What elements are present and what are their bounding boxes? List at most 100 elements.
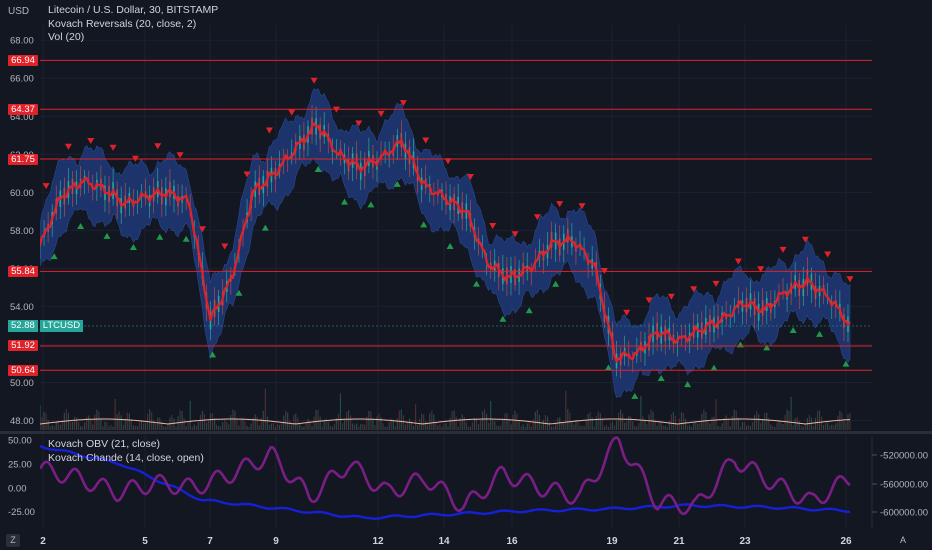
auto-scale-button[interactable]: A (896, 534, 910, 547)
volume-bar (307, 418, 309, 430)
volume-bar (589, 412, 591, 430)
volume-bar (760, 423, 762, 430)
zoom-button[interactable]: Z (6, 534, 20, 547)
volume-bar (386, 426, 388, 430)
volume-bar (745, 425, 748, 430)
level-tag[interactable]: 50.64 (8, 364, 38, 376)
volume-bar (465, 422, 467, 430)
indicator-kovach-chande[interactable]: Kovach Chande (14, close, open) (48, 452, 204, 466)
volume-bar (792, 425, 794, 430)
volume-bar (786, 409, 788, 430)
volume-bar (372, 418, 374, 430)
indicator-volume[interactable]: Vol (20) (48, 31, 218, 45)
indicator-kovach-obv[interactable]: Kovach OBV (21, close) (48, 438, 204, 452)
volume-bar (163, 426, 165, 430)
level-tag[interactable]: 66.94 (8, 54, 38, 66)
volume-bar (124, 418, 126, 430)
volume-bar (222, 422, 224, 430)
level-tag[interactable]: 64.37 (8, 103, 38, 115)
volume-bar (776, 422, 778, 430)
volume-bar (788, 410, 790, 430)
volume-bar (711, 416, 713, 430)
volume-bar (106, 422, 108, 430)
volume-bar (626, 421, 628, 430)
trading-chart[interactable]: 68.0066.0064.0062.0060.0058.0056.0054.00… (0, 0, 932, 550)
volume-bar (719, 426, 721, 430)
volume-bar (542, 419, 545, 430)
volume-bar (632, 421, 634, 430)
volume-bar (802, 426, 804, 430)
volume-bar (837, 415, 839, 430)
volume-bar (195, 425, 197, 430)
volume-bar (51, 425, 53, 430)
volume-bar (151, 411, 153, 430)
volume-bar (301, 426, 303, 430)
volume-bar (205, 422, 208, 430)
time-tick-label: 12 (372, 536, 384, 547)
time-tick-label: 21 (673, 536, 685, 547)
volume-bar (680, 412, 683, 430)
volume-bar (640, 395, 642, 430)
volume-bar (721, 423, 723, 430)
volume-bar (136, 426, 139, 430)
volume-bar (213, 418, 216, 430)
volume-bar (345, 412, 348, 430)
osc-left-tick-label: 25.00 (8, 459, 32, 470)
volume-bar (674, 415, 677, 430)
level-tag[interactable]: 61.75 (8, 153, 38, 165)
volume-bar (82, 426, 84, 430)
volume-bar (611, 421, 614, 430)
volume-bar (467, 426, 469, 430)
main-legend[interactable]: Litecoin / U.S. Dollar, 30, BITSTAMP Kov… (48, 4, 218, 45)
volume-bar (96, 409, 98, 430)
indicator-kovach-reversals[interactable]: Kovach Reversals (20, close, 2) (48, 18, 218, 32)
volume-bar (835, 423, 837, 430)
volume-bar (463, 416, 465, 430)
volume-bar (382, 423, 384, 430)
volume-bar (333, 424, 335, 430)
volume-bar (398, 410, 400, 430)
volume-bar (323, 420, 325, 430)
volume-bar (843, 420, 845, 430)
volume-bar (630, 416, 632, 430)
volume-bar (670, 414, 672, 430)
volume-bar (122, 424, 124, 430)
symbol-title[interactable]: Litecoin / U.S. Dollar, 30, BITSTAMP (48, 4, 218, 18)
ticker-price-tag[interactable]: 52.88 LTCUSD (8, 320, 84, 332)
volume-bar (666, 426, 668, 430)
volume-bar (313, 416, 315, 430)
volume-bar (544, 414, 547, 430)
time-tick-label: 2 (40, 536, 46, 547)
level-tag[interactable]: 55.84 (8, 265, 38, 277)
volume-bar (615, 420, 618, 430)
volume-bar (648, 414, 650, 430)
volume-bar (429, 413, 431, 430)
oscillator-right-axis[interactable]: -520000.00 -560000.00 -600000.00 (872, 451, 928, 519)
volume-bar (193, 424, 195, 430)
volume-bar (479, 420, 482, 430)
volume-bar (270, 423, 273, 430)
time-tick-label: 5 (142, 536, 148, 547)
volume-bar (506, 413, 508, 430)
volume-bar (628, 415, 630, 430)
volume-bar (220, 426, 222, 430)
volume-bar (778, 420, 780, 430)
level-tag[interactable]: 51.92 (8, 340, 38, 352)
volume-bar (504, 413, 506, 430)
volume-bar (548, 421, 551, 430)
volume-bar (144, 422, 147, 430)
volume-bar (130, 419, 132, 430)
volume-bar (609, 423, 612, 430)
volume-bar (94, 414, 96, 430)
oscillator-legend[interactable]: Kovach OBV (21, close) Kovach Chande (14… (48, 438, 204, 465)
time-tick-label: 7 (207, 536, 213, 547)
volume-bar (488, 422, 490, 430)
volume-bar (725, 415, 727, 430)
volume-bar (321, 426, 323, 430)
volume-bar (818, 410, 821, 430)
volume-bar (457, 426, 459, 430)
volume-bar (577, 421, 579, 430)
price-tick-label: 66.00 (10, 74, 34, 85)
volume-bar (368, 410, 370, 430)
volume-bar (199, 414, 201, 430)
